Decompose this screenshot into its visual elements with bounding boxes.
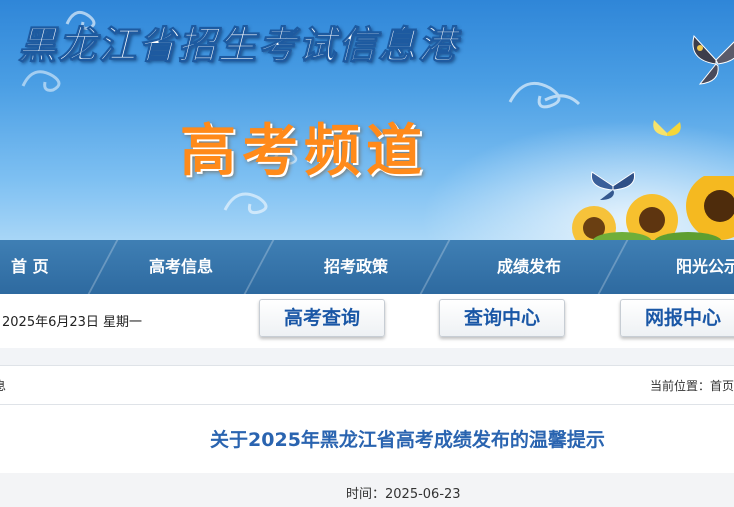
breadcrumb: 息 当前位置：首页 <box>0 365 734 405</box>
channel-title: 高考频道 <box>180 119 428 184</box>
section-label: 息 <box>0 379 7 393</box>
nav-item-public-notice[interactable]: 阳光公示 <box>676 240 734 294</box>
gaokao-query-button[interactable]: 高考查询 <box>259 299 385 337</box>
time-label: 时间： <box>346 487 386 502</box>
current-location: 当前位置：首页 <box>650 377 734 394</box>
location-label: 当前位置： <box>649 379 710 393</box>
butterfly-icon <box>653 120 681 136</box>
header-banner: 黑龙江省招生考试信息港 高考频道 <box>0 0 734 240</box>
nav-item-home[interactable]: 首 页 <box>11 240 49 294</box>
current-date: 2025年6月23日 星期一 <box>2 315 143 330</box>
butterfly-icon <box>692 34 734 85</box>
online-registration-button[interactable]: 网报中心 <box>620 299 734 337</box>
cloud-swirl-icon <box>508 81 581 109</box>
article-meta: 时间：2025-06-23 <box>0 473 734 507</box>
query-center-button[interactable]: 查询中心 <box>439 299 565 337</box>
publish-date: 2025-06-23 <box>385 487 461 502</box>
info-bar: 2025年6月23日 星期一 高考查询 查询中心 网报中心 <box>0 294 734 348</box>
article: 关于2025年黑龙江省高考成绩发布的温馨提示 时间：2025-06-23 <box>0 405 734 507</box>
sunflowers-image <box>572 176 734 240</box>
breadcrumb-home-link[interactable]: 首页 <box>710 379 734 393</box>
nav-item-score-release[interactable]: 成绩发布 <box>497 240 561 294</box>
nav-item-gaokao-info[interactable]: 高考信息 <box>149 240 213 294</box>
article-title: 关于2025年黑龙江省高考成绩发布的温馨提示 <box>210 429 605 451</box>
main-nav: 首 页 高考信息 招考政策 成绩发布 阳光公示 <box>0 240 734 294</box>
nav-item-admission-policy[interactable]: 招考政策 <box>324 240 388 294</box>
cloud-swirl-icon <box>223 192 268 215</box>
site-title: 黑龙江省招生考试信息港 <box>17 22 459 68</box>
